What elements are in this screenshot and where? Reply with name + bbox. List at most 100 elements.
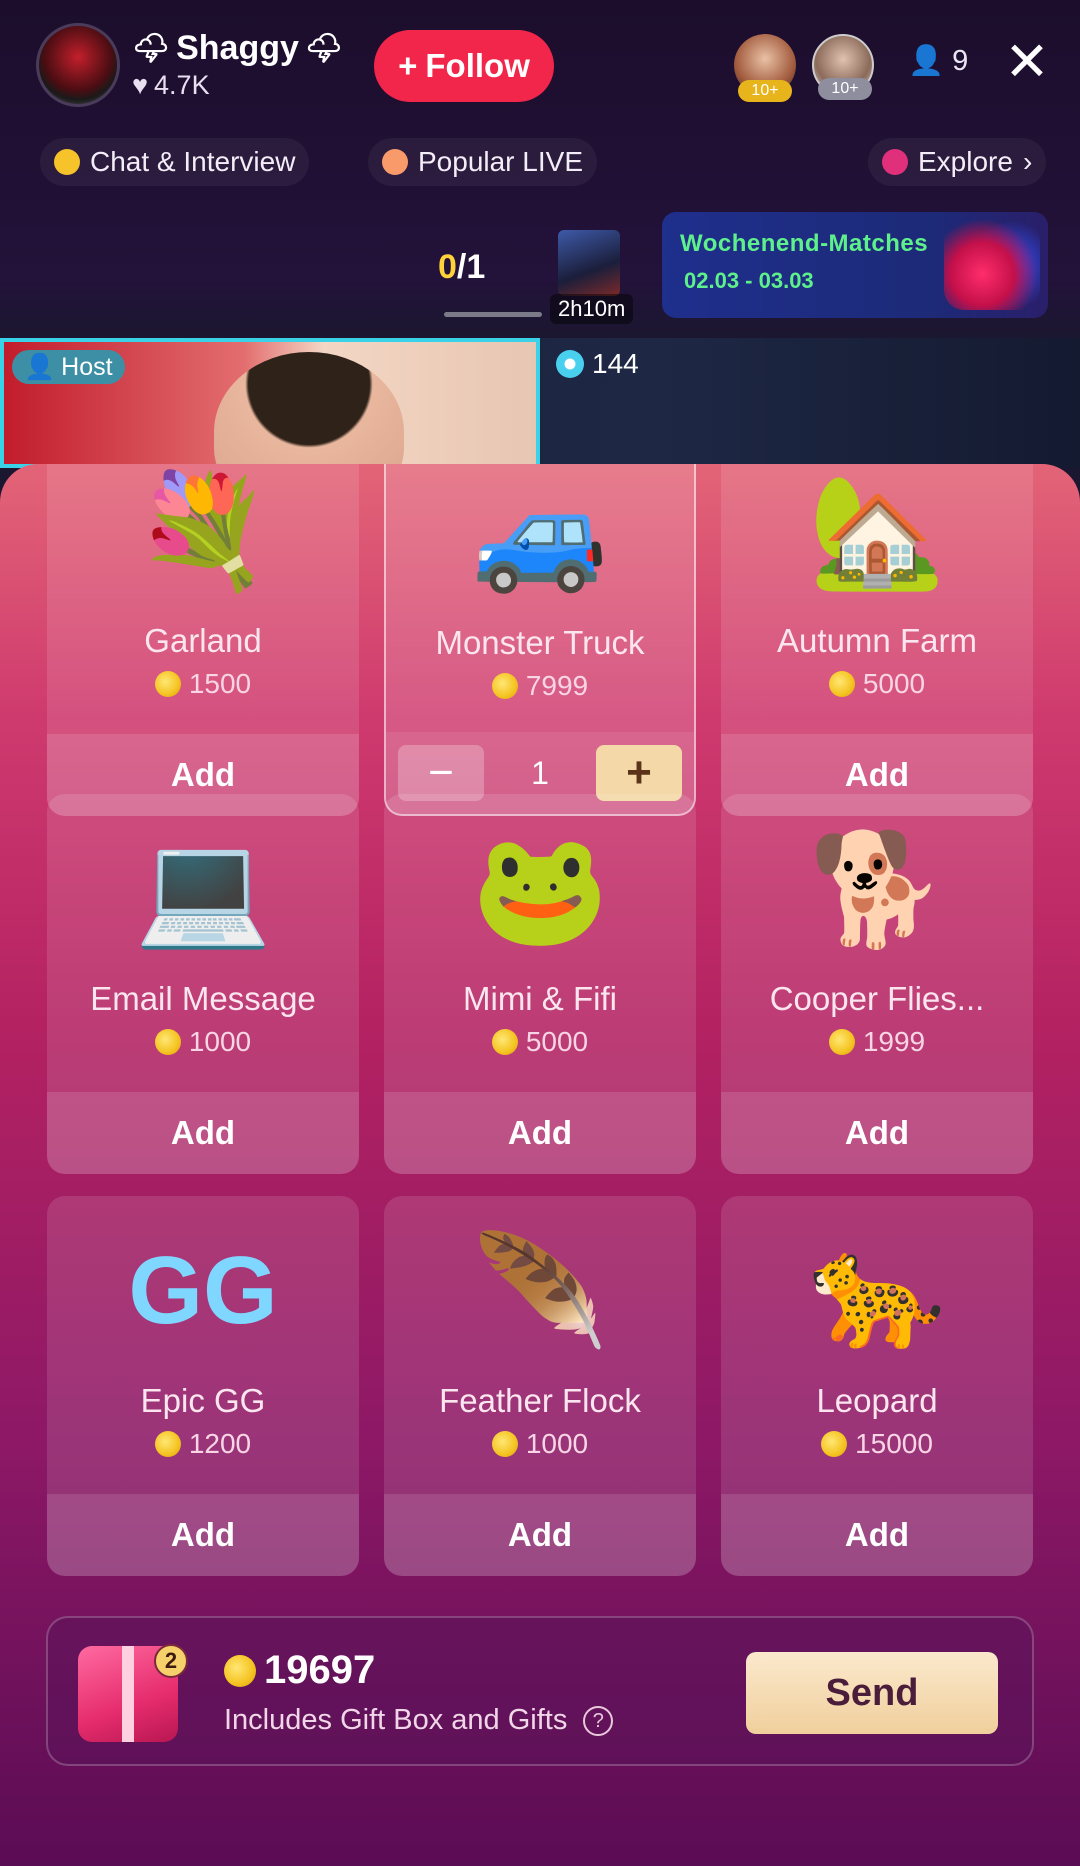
gift-price-value: 7999	[525, 670, 589, 701]
plus-icon: +	[398, 47, 418, 84]
total-cost-value: 19697	[264, 1648, 376, 1692]
explore-label: Explore	[918, 146, 1013, 177]
gift-card-monster-truck[interactable]: 🚙 Monster Truck 7999 − 1 +	[384, 464, 696, 816]
gem-icon	[556, 350, 584, 378]
live-header: 🌩 Shaggy 🌩 ♥ 4.7K + Follow 10+ 10+ 👤 9 ✕	[0, 0, 1080, 140]
gift-name: Feather Flock	[439, 1382, 641, 1419]
explore-link[interactable]: Explore ›	[868, 138, 1047, 186]
host-camera-view[interactable]: 👤 Host	[0, 338, 540, 468]
add-button[interactable]: Add	[721, 1092, 1033, 1174]
gift-price-value: 1000	[188, 1026, 252, 1057]
increase-button[interactable]: +	[595, 745, 682, 801]
cooper-flies-icon: 🐕	[808, 827, 946, 951]
gift-card-autumn-farm[interactable]: 🏡 Autumn Farm 5000 Add	[721, 464, 1033, 816]
boxing-gloves-icon	[944, 220, 1040, 310]
gift-name: Monster Truck	[435, 624, 645, 661]
includes-text: Includes Gift Box and Gifts	[224, 1704, 568, 1736]
coin-icon	[821, 1431, 848, 1457]
event-banner[interactable]: Wochenend-Matches 02.03 - 03.03	[662, 212, 1048, 318]
add-button[interactable]: Add	[47, 1494, 359, 1576]
close-icon[interactable]: ✕	[1002, 35, 1052, 89]
add-button[interactable]: Add	[47, 1092, 359, 1174]
gift-price: 5000	[384, 1026, 696, 1058]
gift-card-epic-gg[interactable]: GG Epic GG 1200 Add	[47, 1196, 359, 1576]
autumn-farm-icon: 🏡	[808, 469, 946, 593]
score-current: 0	[438, 248, 457, 286]
gift-name: Cooper Flies...	[769, 980, 985, 1017]
top-viewer-avatar[interactable]: 10+	[734, 34, 796, 102]
match-score: 0/1	[438, 248, 485, 287]
garland-icon: 💐	[134, 469, 272, 593]
match-thumbnail[interactable]	[558, 230, 620, 296]
coin-icon	[224, 1654, 256, 1687]
gift-price-value: 1200	[188, 1428, 252, 1459]
leopard-icon: 🐆	[808, 1229, 946, 1353]
event-dates: 02.03 - 03.03	[684, 268, 814, 293]
gift-price: 5000	[721, 668, 1033, 700]
follow-label: Follow	[425, 47, 530, 84]
gift-price: 1999	[721, 1026, 1033, 1058]
host-likes-row: ♥ 4.7K	[132, 70, 343, 101]
hashtag-icon	[54, 149, 80, 175]
monster-truck-icon: 🚙	[471, 471, 609, 595]
add-button[interactable]: Add	[721, 1494, 1033, 1576]
gift-name: Epic GG	[140, 1382, 266, 1419]
stream-area: 👤 Host 144	[0, 338, 1080, 468]
host-avatar[interactable]	[36, 23, 120, 107]
planet-icon	[882, 149, 908, 175]
help-icon[interactable]: ?	[583, 1705, 614, 1736]
gift-card-leopard[interactable]: 🐆 Leopard 15000 Add	[721, 1196, 1033, 1576]
gift-name: Email Message	[90, 980, 316, 1017]
match-timer: 2h10m	[550, 294, 634, 324]
tag-label: Chat & Interview	[90, 146, 296, 177]
includes-note: Includes Gift Box and Gifts ?	[224, 1704, 614, 1737]
category-tags: Chat & Interview Popular LIVE Explore ›	[0, 138, 1080, 186]
gift-price-value: 5000	[862, 668, 926, 699]
gift-card-cooper-flies[interactable]: 🐕 Cooper Flies... 1999 Add	[721, 794, 1033, 1174]
viewer-rank-badge: 10+	[738, 80, 792, 102]
coin-icon	[491, 1431, 518, 1457]
coin-icon	[154, 671, 181, 697]
gift-name: Mimi & Fifi	[463, 980, 617, 1017]
mimi-fifi-icon: 🐸	[471, 827, 609, 951]
host-badge-label: Host	[61, 352, 113, 381]
gift-price: 15000	[721, 1428, 1033, 1460]
gift-name: Autumn Farm	[777, 622, 977, 659]
storm-cloud-icon: 🌩	[132, 32, 171, 65]
gift-price-value: 1999	[862, 1026, 926, 1057]
gift-price: 1500	[47, 668, 359, 700]
host-profile[interactable]: 🌩 Shaggy 🌩 ♥ 4.7K	[36, 22, 366, 108]
chevron-right-icon: ›	[1022, 146, 1033, 177]
tag-chat-interview[interactable]: Chat & Interview	[40, 138, 310, 186]
tag-popular-live[interactable]: Popular LIVE	[368, 138, 597, 186]
score-progress-bar	[444, 312, 542, 317]
gift-price-value: 5000	[525, 1026, 589, 1057]
viewer-count-value: 9	[952, 44, 969, 77]
send-button[interactable]: Send	[746, 1652, 998, 1734]
feather-flock-icon: 🪶	[471, 1229, 609, 1353]
gift-card-email-message[interactable]: 💻 Email Message 1000 Add	[47, 794, 359, 1174]
gift-card-feather-flock[interactable]: 🪶 Feather Flock 1000 Add	[384, 1196, 696, 1576]
gift-price-value: 1500	[188, 668, 252, 699]
gift-name: Garland	[144, 622, 262, 659]
viewer-rank-badge: 10+	[818, 78, 872, 100]
add-button[interactable]: Add	[384, 1494, 696, 1576]
heart-icon: ♥	[132, 70, 149, 100]
quantity-value: 1	[531, 754, 549, 791]
gem-count-value: 144	[592, 348, 639, 379]
follow-button[interactable]: + Follow	[374, 30, 554, 102]
epic-gg-icon: GG	[128, 1237, 278, 1344]
send-bar: 2 19697 Includes Gift Box and Gifts ? Se…	[46, 1616, 1034, 1766]
host-badge: 👤 Host	[12, 350, 125, 384]
decrease-button[interactable]: −	[398, 745, 484, 801]
top-viewer-avatar[interactable]: 10+	[812, 34, 874, 100]
gift-card-garland[interactable]: 💐 Garland 1500 Add	[47, 464, 359, 816]
event-title: Wochenend-Matches	[680, 230, 929, 257]
gift-box-count: 2	[154, 1644, 188, 1678]
viewer-count[interactable]: 👤 9	[908, 44, 968, 78]
gift-price-value: 15000	[855, 1428, 933, 1459]
host-name-row: 🌩 Shaggy 🌩	[132, 29, 343, 68]
add-button[interactable]: Add	[384, 1092, 696, 1174]
gem-count: 144	[556, 348, 639, 380]
gift-card-mimi-fifi[interactable]: 🐸 Mimi & Fifi 5000 Add	[384, 794, 696, 1174]
